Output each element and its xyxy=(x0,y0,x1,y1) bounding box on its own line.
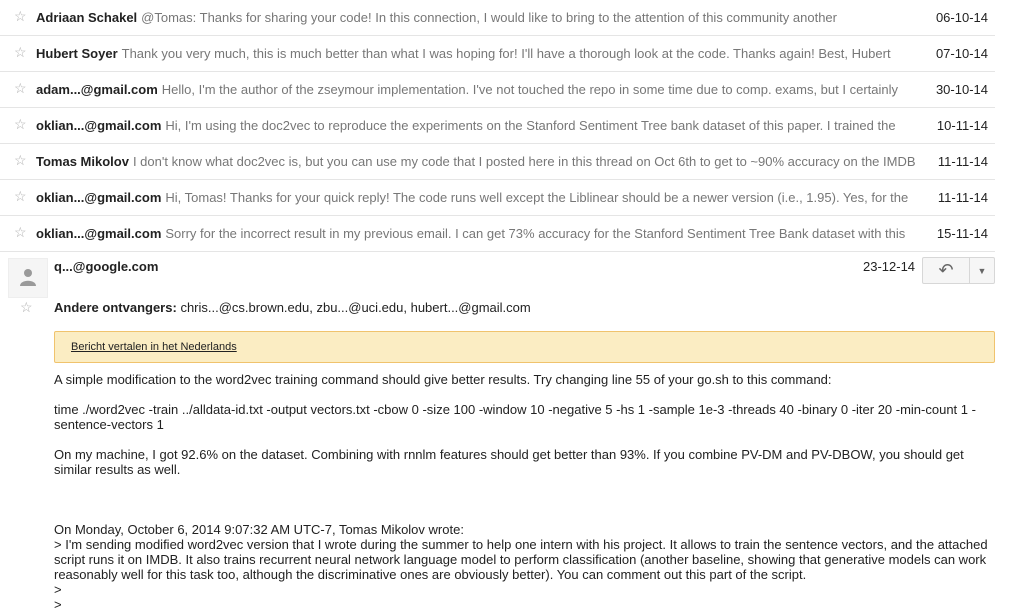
message-summary: oklian...@gmail.com Hi, I'm using the doc… xyxy=(36,118,916,133)
chevron-down-icon: ▼ xyxy=(977,266,987,276)
body-command: time ./word2vec -train ../alldata-id.txt… xyxy=(54,402,976,432)
quote-body: > I'm sending modified word2vec version … xyxy=(54,537,988,582)
expanded-message: q...@google.com 23-12-14 ↶ ▼ ☆ Andere on… xyxy=(0,248,995,612)
collapsed-message[interactable]: ☆ oklian...@gmail.com Hi, I'm using the d… xyxy=(0,108,995,144)
reply-all-button[interactable]: ↶ xyxy=(922,257,970,284)
snippet: I don't know what doc2vec is, but you ca… xyxy=(132,154,916,169)
collapsed-message[interactable]: ☆ oklian...@gmail.com Hi, Tomas! Thanks f… xyxy=(0,180,995,216)
star-icon[interactable]: ☆ xyxy=(14,152,27,169)
message-summary: Adriaan Schakel @Tomas: Thanks for sharin… xyxy=(36,10,916,25)
more-options-button[interactable]: ▼ xyxy=(969,257,995,284)
star-icon[interactable]: ☆ xyxy=(14,8,27,25)
recipients: Andere ontvangers: chris...@cs.brown.edu… xyxy=(54,300,531,315)
message-date: 11-11-14 xyxy=(937,154,988,169)
message-summary: Hubert Soyer Thank you very much, this is… xyxy=(36,46,916,61)
sender-name: adam...@gmail.com xyxy=(36,82,158,97)
collapsed-message[interactable]: ☆ oklian...@gmail.com Sorry for the incor… xyxy=(0,216,995,252)
star-icon[interactable]: ☆ xyxy=(14,116,27,133)
star-icon[interactable]: ☆ xyxy=(14,80,27,97)
avatar xyxy=(8,258,48,298)
sender-name: oklian...@gmail.com xyxy=(36,190,162,205)
snippet: Hello, I'm the author of the zseymour im… xyxy=(161,82,899,97)
message-date: 11-11-14 xyxy=(937,190,988,205)
sender-name: oklian...@gmail.com xyxy=(36,226,162,241)
message-summary: oklian...@gmail.com Sorry for the incorre… xyxy=(36,226,916,241)
sender-name: oklian...@gmail.com xyxy=(36,118,162,133)
reply-all-icon: ↶ xyxy=(938,260,954,280)
message-date: 15-11-14 xyxy=(936,226,988,241)
quote-header: On Monday, October 6, 2014 9:07:32 AM UT… xyxy=(54,522,464,537)
translate-banner: Bericht vertalen in het Nederlands xyxy=(54,331,995,363)
recipients-label: Andere ontvangers: xyxy=(54,300,177,315)
snippet: @Tomas: Thanks for sharing your code! In… xyxy=(141,10,837,25)
collapsed-message[interactable]: ☆ Hubert Soyer Thank you very much, this … xyxy=(0,36,995,72)
message-date: 07-10-14 xyxy=(935,46,988,61)
quoted-text: On Monday, October 6, 2014 9:07:32 AM UT… xyxy=(54,522,994,612)
body-paragraph: A simple modification to the word2vec tr… xyxy=(54,372,832,387)
quote-line: > xyxy=(54,582,62,597)
message-summary: oklian...@gmail.com Hi, Tomas! Thanks for… xyxy=(36,190,916,205)
message-summary: adam...@gmail.com Hello, I'm the author o… xyxy=(36,82,916,97)
quote-line: > xyxy=(54,597,62,612)
star-icon[interactable]: ☆ xyxy=(14,44,27,61)
star-icon[interactable]: ☆ xyxy=(14,188,27,205)
body-paragraph: On my machine, I got 92.6% on the datase… xyxy=(54,447,964,477)
star-icon[interactable]: ☆ xyxy=(20,299,33,316)
collapsed-message[interactable]: ☆ Adriaan Schakel @Tomas: Thanks for shar… xyxy=(0,0,995,36)
message-date: 06-10-14 xyxy=(935,10,988,25)
collapsed-message[interactable]: ☆ adam...@gmail.com Hello, I'm the author… xyxy=(0,72,995,108)
snippet: Hi, I'm using the doc2vec to reproduce t… xyxy=(165,118,896,133)
message-summary: Tomas Mikolov I don't know what doc2vec i… xyxy=(36,154,916,169)
message-date: 23-12-14 xyxy=(863,259,916,274)
sender-email[interactable]: q...@google.com xyxy=(54,259,158,274)
recipients-list: chris...@cs.brown.edu, zbu...@uci.edu, h… xyxy=(180,300,531,315)
collapsed-message[interactable]: ☆ Tomas Mikolov I don't know what doc2vec… xyxy=(0,144,995,180)
person-icon xyxy=(20,269,36,286)
snippet: Sorry for the incorrect result in my pre… xyxy=(165,226,906,241)
translate-link[interactable]: Bericht vertalen in het Nederlands xyxy=(71,341,237,353)
message-date: 10-11-14 xyxy=(936,118,988,133)
sender-name: Adriaan Schakel xyxy=(36,10,138,25)
message-date: 30-10-14 xyxy=(935,82,988,97)
snippet: Thank you very much, this is much better… xyxy=(121,46,891,61)
snippet: Hi, Tomas! Thanks for your quick reply! … xyxy=(165,190,909,205)
sender-name: Hubert Soyer xyxy=(36,46,118,61)
sender-name: Tomas Mikolov xyxy=(36,154,129,169)
thread-list: ☆ Adriaan Schakel @Tomas: Thanks for shar… xyxy=(0,0,995,252)
star-icon[interactable]: ☆ xyxy=(14,224,27,241)
